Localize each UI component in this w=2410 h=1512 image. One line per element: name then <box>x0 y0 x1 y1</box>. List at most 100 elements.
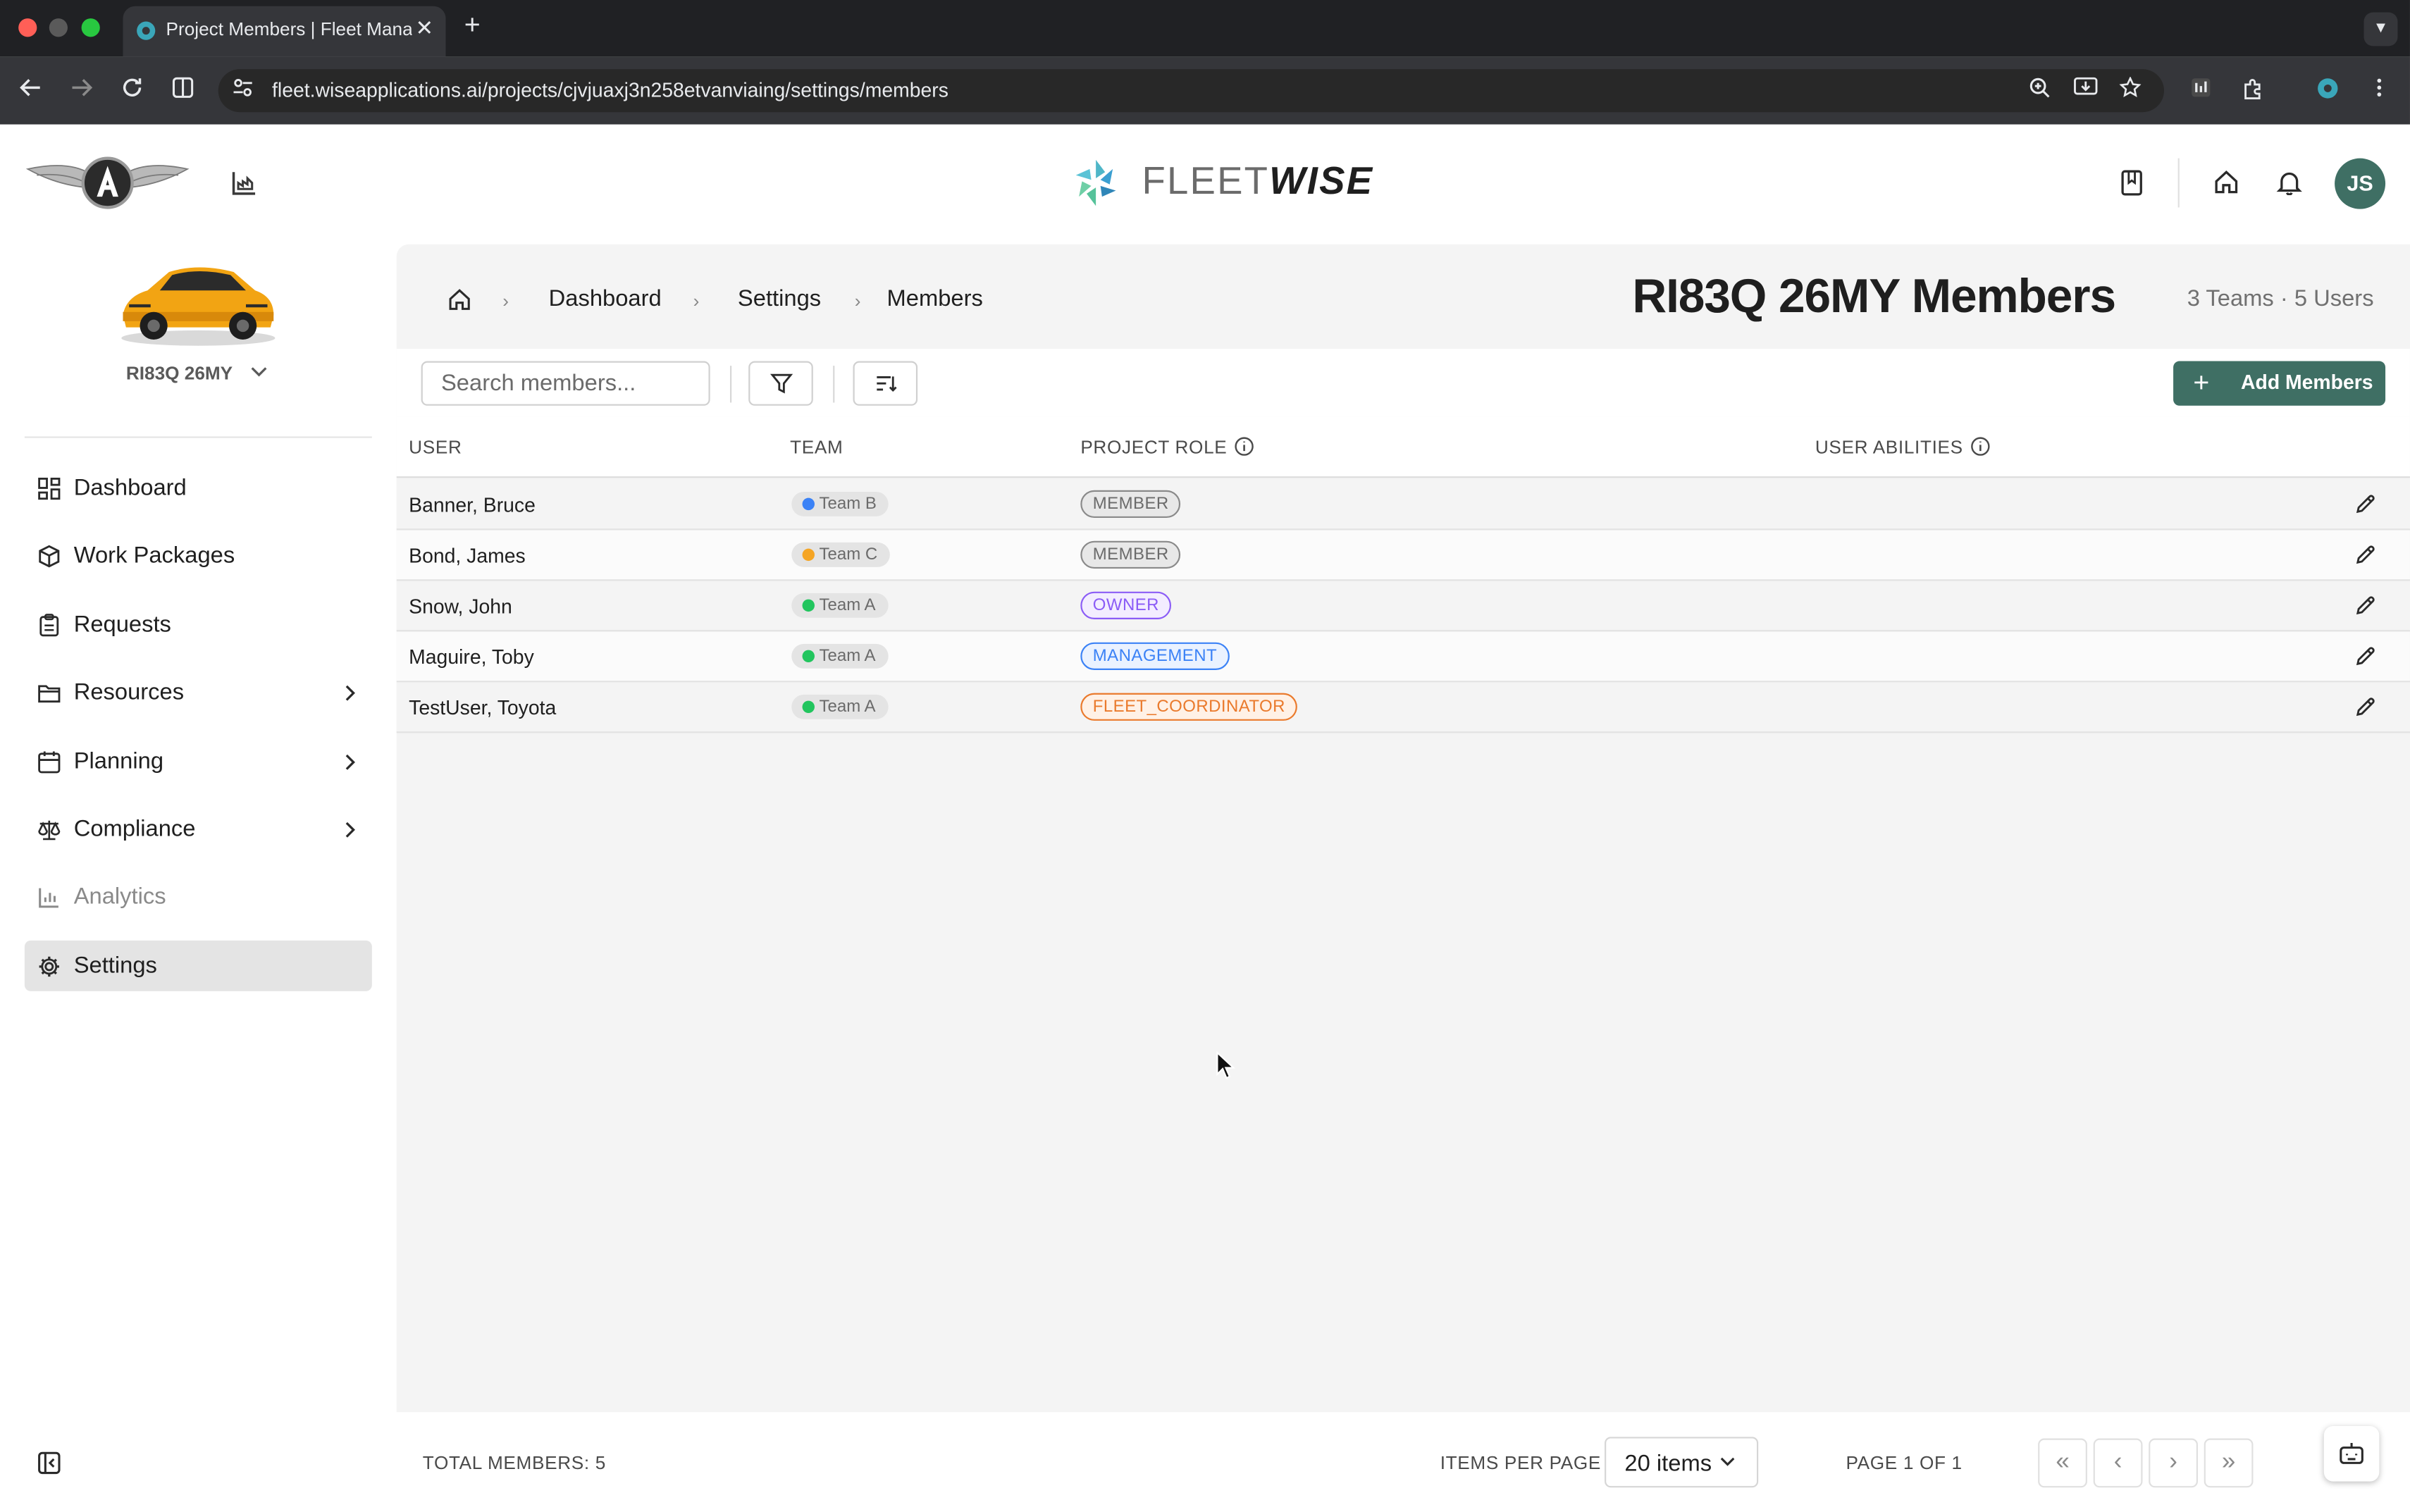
last-page-button[interactable]: » <box>2204 1438 2254 1488</box>
prev-page-button[interactable]: ‹ <box>2093 1438 2143 1488</box>
bookmark-star-icon[interactable] <box>2119 77 2142 99</box>
close-window-button[interactable] <box>18 18 37 37</box>
search-input[interactable] <box>421 361 710 406</box>
breadcrumb-settings[interactable]: Settings <box>738 286 821 312</box>
brand-bold-text: WISE <box>1269 159 1374 203</box>
breadcrumb-separator-icon: › <box>854 290 861 312</box>
page-summary: 3 Teams · 5 Users <box>2187 285 2374 312</box>
chevron-right-icon <box>345 685 355 701</box>
chevron-right-icon <box>345 754 355 770</box>
table-row[interactable]: Maguire, Toby Team A MANAGEMENT <box>396 631 2410 683</box>
install-app-icon[interactable] <box>2073 77 2098 99</box>
bar-chart-icon <box>39 888 58 908</box>
sidebar-item-settings[interactable]: Settings <box>24 940 372 991</box>
column-header-user-abilities[interactable]: USER ABILITIES <box>1815 436 1963 458</box>
chevron-down-icon[interactable] <box>251 366 268 378</box>
next-page-button[interactable]: › <box>2149 1438 2198 1488</box>
edit-pencil-icon[interactable] <box>2354 595 2376 616</box>
tab-close-icon[interactable]: ✕ <box>415 16 433 42</box>
notifications-bell-icon[interactable] <box>2276 169 2302 195</box>
url-text[interactable]: fleet.wiseapplications.ai/projects/cjvju… <box>272 78 948 101</box>
profile-fleetwise-icon[interactable] <box>2316 77 2340 100</box>
bookmark-book-icon[interactable] <box>2120 169 2144 197</box>
breadcrumb-separator-icon: › <box>502 290 509 312</box>
sidebar-item-compliance[interactable]: Compliance <box>25 804 372 855</box>
page-title: RI83Q 26MY Members <box>1632 268 2116 323</box>
fleetwise-favicon-icon <box>137 21 156 40</box>
edit-pencil-icon[interactable] <box>2354 696 2376 718</box>
column-header-user[interactable]: USER <box>409 436 462 458</box>
team-color-dot <box>802 599 815 612</box>
sidebar-item-label: Analytics <box>73 884 166 910</box>
back-arrow-icon[interactable] <box>18 75 43 100</box>
new-tab-button[interactable]: + <box>464 9 481 42</box>
sidebar-item-planning[interactable]: Planning <box>25 736 372 787</box>
site-settings-icon[interactable] <box>232 77 254 99</box>
team-name: Team B <box>819 495 877 514</box>
reload-icon[interactable] <box>120 75 144 100</box>
tab-search-chevron-icon[interactable]: ▼ <box>2363 12 2398 47</box>
home-icon[interactable] <box>2213 169 2239 195</box>
minimize-window-button[interactable] <box>49 18 68 37</box>
collapse-sidebar-icon[interactable] <box>37 1451 61 1475</box>
role-badge: MEMBER <box>1080 490 1182 519</box>
browser-menu-icon[interactable] <box>2370 77 2388 99</box>
edit-pencil-icon[interactable] <box>2354 544 2376 566</box>
breadcrumb-dashboard[interactable]: Dashboard <box>549 286 662 312</box>
extension-tracker-icon[interactable] <box>2190 77 2212 99</box>
role-badge: FLEET_COORDINATOR <box>1080 693 1298 721</box>
sort-button[interactable] <box>853 361 918 406</box>
package-icon <box>39 545 60 568</box>
sidebar-item-resources[interactable]: Resources <box>25 667 372 718</box>
column-header-team[interactable]: TEAM <box>790 436 843 458</box>
info-icon[interactable] <box>1970 436 1990 456</box>
zoom-icon[interactable] <box>2029 77 2051 99</box>
items-per-page-value: 20 items <box>1624 1450 1712 1477</box>
project-selector[interactable]: RI83Q 26MY <box>126 363 233 385</box>
team-name: Team A <box>819 647 876 666</box>
sidebar-item-requests[interactable]: Requests <box>25 600 372 650</box>
user-avatar[interactable]: JS <box>2335 158 2386 209</box>
project-car-image <box>121 267 276 346</box>
forward-arrow-icon[interactable] <box>69 75 94 100</box>
first-page-button[interactable]: « <box>2038 1438 2087 1488</box>
team-color-dot <box>802 497 815 511</box>
sidebar-item-analytics[interactable]: Analytics <box>25 872 372 922</box>
role-badge: OWNER <box>1080 591 1172 619</box>
column-header-project-role[interactable]: PROJECT ROLE <box>1080 436 1227 458</box>
items-per-page-select[interactable]: 20 items <box>1605 1437 1759 1488</box>
team-badge: Team A <box>791 643 888 669</box>
split-view-icon[interactable] <box>171 75 195 100</box>
table-row[interactable]: TestUser, Toyota Team A FLEET_COORDINATOR <box>396 682 2410 733</box>
company-wings-logo-icon[interactable] <box>25 154 191 212</box>
edit-pencil-icon[interactable] <box>2354 645 2376 667</box>
extensions-puzzle-icon[interactable] <box>2241 77 2266 101</box>
browser-tabstrip: Project Members | Fleet Mana ✕ + ▼ <box>0 0 2410 57</box>
controls-divider <box>833 366 835 403</box>
calendar-icon <box>38 751 61 774</box>
breadcrumb-home-icon[interactable] <box>447 287 472 312</box>
table-row[interactable]: Bond, James Team C MEMBER <box>396 530 2410 581</box>
chevron-down-icon <box>1720 1457 1735 1466</box>
factory-chart-icon[interactable] <box>230 169 258 197</box>
add-members-button[interactable]: + Add Members <box>2173 361 2386 406</box>
table-header <box>396 416 2410 478</box>
sidebar-item-label: Compliance <box>73 816 196 843</box>
team-color-dot <box>802 548 815 562</box>
sidebar-item-dashboard[interactable]: Dashboard <box>25 463 372 514</box>
info-icon[interactable] <box>1234 436 1254 456</box>
browser-tab[interactable]: Project Members | Fleet Mana ✕ <box>123 6 446 57</box>
role-badge: MEMBER <box>1080 540 1182 569</box>
sidebar-item-work-packages[interactable]: Work Packages <box>25 530 372 581</box>
edit-pencil-icon[interactable] <box>2354 493 2376 515</box>
zoom-window-button[interactable] <box>81 18 100 37</box>
table-row[interactable]: Banner, Bruce Team B MEMBER <box>396 479 2410 531</box>
table-row[interactable]: Snow, John Team A OWNER <box>396 581 2410 632</box>
dashboard-icon <box>38 477 61 500</box>
assistant-bot-button[interactable] <box>2323 1426 2380 1482</box>
sidebar-divider <box>24 436 372 438</box>
mouse-cursor-icon <box>1216 1051 1236 1079</box>
filter-button[interactable] <box>748 361 813 406</box>
sidebar-item-label: Dashboard <box>73 474 187 502</box>
folder-icon <box>38 685 61 703</box>
